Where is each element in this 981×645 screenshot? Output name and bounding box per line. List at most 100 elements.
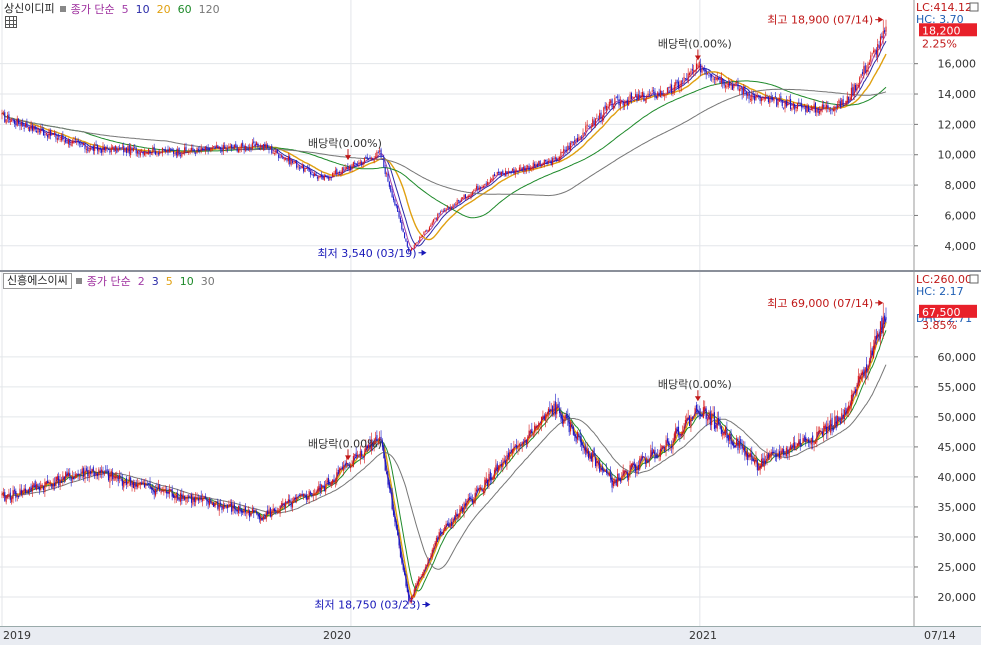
candle-body	[720, 76, 722, 84]
candle-body	[4, 491, 6, 501]
candle-body	[803, 105, 805, 107]
candle-body	[522, 442, 525, 444]
candle-body	[254, 143, 256, 147]
ma-period[interactable]: 10	[136, 3, 150, 16]
ma-period[interactable]: 60	[178, 3, 192, 16]
candle-body	[312, 493, 314, 496]
candle-body	[751, 452, 753, 461]
candle-body	[441, 533, 443, 535]
candle-body	[635, 464, 637, 472]
candle-body	[579, 436, 581, 442]
candle-body	[705, 70, 707, 75]
candle-body	[477, 487, 479, 490]
ma-period[interactable]: 2	[138, 275, 145, 288]
candle-body	[1, 494, 3, 496]
candle-body	[774, 454, 776, 456]
ma-period[interactable]: 20	[157, 3, 171, 16]
candle-body	[554, 157, 556, 160]
candle-body	[170, 490, 172, 491]
candle-body	[206, 498, 208, 501]
stock-name[interactable]: 신흥에스이씨	[3, 273, 72, 289]
candle-body	[571, 141, 573, 144]
candle-body	[488, 473, 490, 486]
candle-body	[596, 117, 598, 119]
candle-body	[809, 111, 811, 113]
candle-body	[88, 469, 90, 479]
candle-body	[806, 105, 808, 113]
candle-body	[651, 448, 653, 455]
dividend-label: 배당락(0.00%)	[658, 37, 732, 50]
candle-body	[760, 98, 763, 102]
candle-body	[778, 451, 781, 458]
candle-body	[568, 417, 570, 433]
stock-name[interactable]: 상신이디피	[3, 2, 56, 16]
candle-body	[361, 450, 363, 457]
candle-body	[287, 499, 289, 504]
candle-body	[433, 219, 435, 223]
candle-body	[399, 217, 401, 223]
ma-period[interactable]: 5	[122, 3, 129, 16]
candle-body	[153, 146, 155, 151]
candle-body	[830, 419, 832, 433]
candle-body	[807, 105, 810, 112]
candle-body	[437, 537, 439, 540]
candle-body	[290, 159, 292, 165]
candle-body	[297, 166, 299, 168]
low-price-label: 최저 3,540 (03/19)	[318, 247, 417, 260]
candle-body	[831, 109, 833, 111]
ma-type[interactable]: 종가 단순	[71, 1, 115, 17]
candle-body	[130, 477, 132, 486]
candle-body	[87, 148, 89, 151]
candle-body	[200, 147, 202, 152]
candle-body	[128, 477, 130, 481]
candle-body	[470, 496, 472, 500]
candle-body	[8, 494, 10, 496]
candle-body	[297, 496, 299, 498]
candle-body	[878, 45, 880, 48]
candle-body	[466, 197, 468, 199]
candle-body	[164, 489, 166, 492]
candle-body	[44, 134, 46, 136]
candle-body	[772, 452, 774, 454]
candle-body	[354, 162, 356, 164]
candle-body	[741, 87, 743, 95]
candle-body	[557, 159, 559, 160]
candle-body	[423, 569, 425, 576]
candle-body	[404, 232, 406, 238]
candle-body	[612, 105, 615, 109]
candle-body	[31, 125, 33, 131]
candle-body	[496, 463, 498, 472]
candle-body	[478, 488, 480, 490]
ma-period[interactable]: 5	[166, 275, 173, 288]
dividend-label: 배당락(0.00%)	[658, 378, 732, 391]
candle-body	[781, 448, 783, 450]
candle-body	[742, 447, 745, 450]
candle-body	[296, 497, 298, 501]
price-chart-svg[interactable]: 4,000 6,000 8,000 10,000 12,000 14,000 16,000 최…	[0, 0, 981, 270]
candle-body	[853, 84, 855, 97]
candle-body	[261, 517, 263, 521]
candle-body	[434, 217, 436, 220]
candle-body	[527, 437, 529, 445]
x-tick-label: 2021	[689, 629, 717, 642]
candle-body	[626, 99, 628, 105]
candle-body	[635, 94, 637, 97]
ma-period[interactable]: 120	[199, 3, 220, 16]
candle-body	[308, 490, 310, 500]
candle-body	[518, 444, 520, 445]
candle-body	[740, 88, 742, 90]
candle-body	[394, 199, 396, 205]
grid-icon[interactable]	[5, 16, 17, 28]
time-axis[interactable]: 2019 2020 2021 07/14	[0, 626, 981, 645]
ma-period[interactable]: 10	[180, 275, 194, 288]
ma-period[interactable]: 3	[152, 275, 159, 288]
ma-period[interactable]: 30	[201, 275, 215, 288]
price-chart-svg[interactable]: 20,000 25,000 30,000 35,000 40,000 45,000 50,0…	[0, 272, 981, 626]
candle-body	[26, 490, 28, 493]
candle-body	[863, 369, 865, 377]
candle-body	[713, 412, 716, 429]
ma-type[interactable]: 종가 단순	[87, 273, 131, 289]
candle-body	[706, 73, 709, 74]
candle-body	[639, 458, 641, 470]
candle-body	[510, 449, 512, 451]
